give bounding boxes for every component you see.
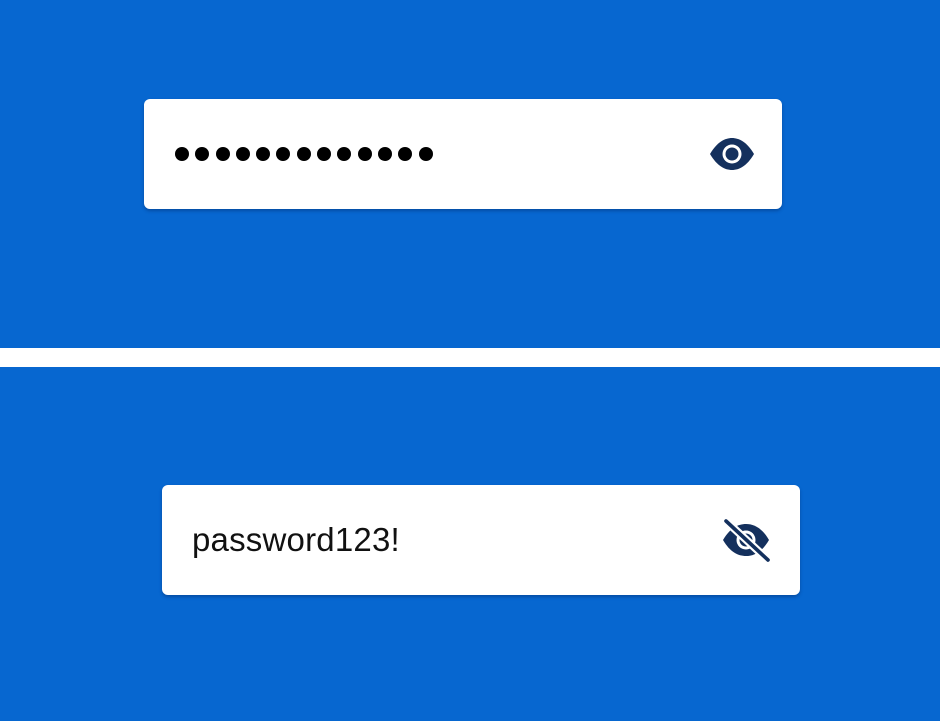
password-mask-dot (296, 147, 311, 161)
password-mask-dot (235, 147, 250, 161)
password-text: password123! (192, 521, 400, 558)
password-mask-dot (317, 147, 332, 161)
password-mask-dot (377, 147, 392, 161)
password-mask-dot (256, 147, 271, 161)
eye-off-icon (720, 518, 772, 562)
hidden-state-panel (0, 0, 940, 348)
password-mask-dot (195, 147, 210, 161)
password-mask-dot (398, 147, 413, 161)
password-mask-dot (276, 147, 291, 161)
show-password-toggle[interactable] (704, 126, 760, 182)
hide-password-toggle[interactable] (718, 512, 774, 568)
password-mask-dot (215, 147, 230, 161)
masked-password-value (175, 99, 433, 209)
password-mask-dot (175, 147, 189, 161)
password-field-revealed[interactable]: password123! (162, 485, 800, 595)
visible-state-panel: password123! (0, 367, 940, 721)
password-mask-dot (357, 147, 372, 161)
eye-icon (708, 137, 756, 171)
password-mask-dot (418, 147, 433, 161)
password-mask-dot (337, 147, 352, 161)
